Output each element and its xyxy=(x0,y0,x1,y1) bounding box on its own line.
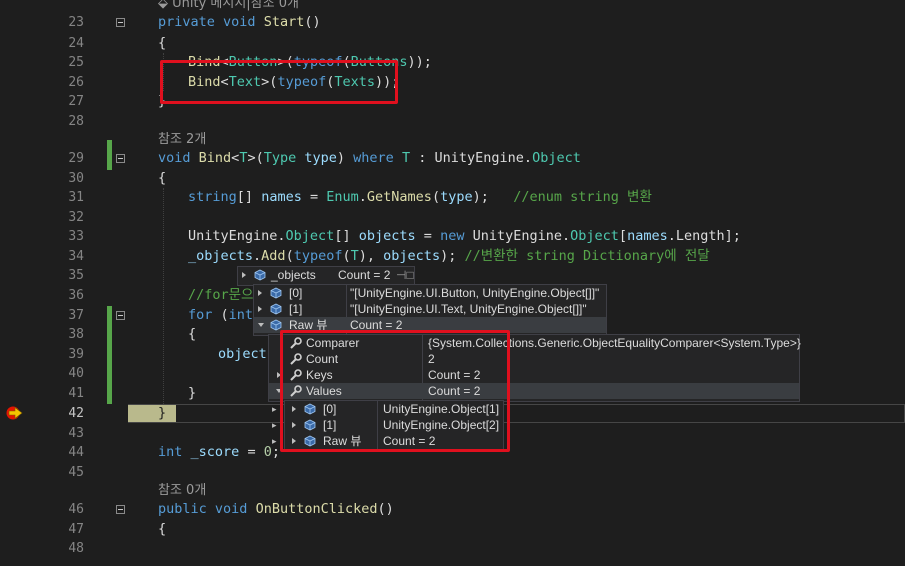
line-number: 48 xyxy=(68,541,84,556)
expand-arrow-icon[interactable]: ▸ ▸ ▸ xyxy=(272,402,277,450)
line-number: 45 xyxy=(68,465,84,480)
current-line-highlight xyxy=(128,404,905,423)
row-name: [1] xyxy=(289,302,303,316)
annotation-highlight-box xyxy=(160,60,398,104)
expand-arrow-icon[interactable] xyxy=(258,290,262,296)
change-bar xyxy=(107,306,112,404)
line-number: 44 xyxy=(68,445,84,460)
object-icon xyxy=(270,303,282,315)
object-icon xyxy=(254,269,266,281)
datatip-variable-name: _objects xyxy=(271,268,316,282)
code-line-46[interactable]: public void OnButtonClicked() xyxy=(158,500,394,519)
line-number: 40 xyxy=(68,366,84,381)
codelens[interactable]: 참조 2개 xyxy=(158,130,206,149)
line-number: 31 xyxy=(68,190,84,205)
brace-match-highlight xyxy=(128,405,176,422)
datatip-children: [0] "[UnityEngine.UI.Button, UnityEngine… xyxy=(253,284,607,336)
code-line-29[interactable]: void Bind<T>(Type type) where T : UnityE… xyxy=(158,149,581,168)
code-line-30[interactable]: { xyxy=(158,169,166,188)
line-number: 47 xyxy=(68,522,84,537)
line-number: 39 xyxy=(68,347,84,362)
line-number: 37 xyxy=(68,308,84,323)
datatip-row[interactable]: [0] "[UnityEngine.UI.Button, UnityEngine… xyxy=(254,285,606,301)
line-number: 42 xyxy=(68,406,84,421)
code-line-23[interactable]: private void Start() xyxy=(158,13,321,32)
line-number: 41 xyxy=(68,386,84,401)
code-line-36[interactable]: //for문으 xyxy=(188,286,253,305)
expand-arrow-icon[interactable] xyxy=(242,272,246,278)
line-number: 46 xyxy=(68,502,84,517)
row-name: [0] xyxy=(289,286,303,300)
row-value: "[UnityEngine.UI.Button, UnityEngine.Obj… xyxy=(350,286,600,300)
line-number: 34 xyxy=(68,249,84,264)
datatip-header[interactable]: _objects Count = 2 ⊣□ xyxy=(237,266,415,286)
code-line-37[interactable]: for (int xyxy=(188,306,253,325)
datatip-variable-value: Count = 2 xyxy=(338,268,391,282)
line-number: 43 xyxy=(68,426,84,441)
code-line-41[interactable]: } xyxy=(188,384,196,403)
code-line-34[interactable]: _objects.Add(typeof(T), objects); //변환한 … xyxy=(188,247,710,266)
line-number: 23 xyxy=(68,15,84,30)
code-line-47[interactable]: { xyxy=(158,520,166,539)
datatip-row[interactable]: [1] "[UnityEngine.UI.Text, UnityEngine.O… xyxy=(254,301,606,317)
collapse-toggle[interactable] xyxy=(116,18,125,27)
collapse-toggle[interactable] xyxy=(116,505,125,514)
row-value: "[UnityEngine.UI.Text, UnityEngine.Objec… xyxy=(350,302,587,316)
line-number: 29 xyxy=(68,151,84,166)
line-number: 33 xyxy=(68,229,84,244)
line-number: 28 xyxy=(68,114,84,129)
line-number: 32 xyxy=(68,210,84,225)
line-number: 25 xyxy=(68,55,84,70)
code-line-38[interactable]: { xyxy=(188,325,196,344)
annotation-highlight-box xyxy=(280,330,510,452)
object-icon xyxy=(270,287,282,299)
code-line-33[interactable]: UnityEngine.Object[] objects = new Unity… xyxy=(188,227,741,246)
code-line-44[interactable]: int _score = 0; xyxy=(158,443,280,462)
pin-icon[interactable]: ⊣□ xyxy=(396,267,414,283)
expand-arrow-icon[interactable] xyxy=(258,306,262,312)
line-number: 24 xyxy=(68,36,84,51)
line-number: 30 xyxy=(68,171,84,186)
codelens[interactable]: 참조 0개 xyxy=(158,481,206,500)
change-bar xyxy=(107,140,112,170)
line-number: 27 xyxy=(68,94,84,109)
collapse-arrow-icon[interactable] xyxy=(258,323,264,327)
code-line-24[interactable]: { xyxy=(158,34,166,53)
codelens[interactable]: ⬙ Unity 메시지|참조 0개 xyxy=(158,0,299,13)
execution-pointer-icon xyxy=(6,406,23,420)
collapse-toggle[interactable] xyxy=(116,311,125,320)
indent-guide xyxy=(163,188,165,404)
line-number: 26 xyxy=(68,75,84,90)
code-line-39[interactable]: objects xyxy=(218,345,275,364)
code-line-42[interactable]: } xyxy=(158,404,166,423)
code-line-31[interactable]: string[] names = Enum.GetNames(type); //… xyxy=(188,188,652,207)
line-number: 38 xyxy=(68,327,84,342)
line-number: 36 xyxy=(68,288,84,303)
line-number: 35 xyxy=(68,268,84,283)
collapse-toggle[interactable] xyxy=(116,154,125,163)
